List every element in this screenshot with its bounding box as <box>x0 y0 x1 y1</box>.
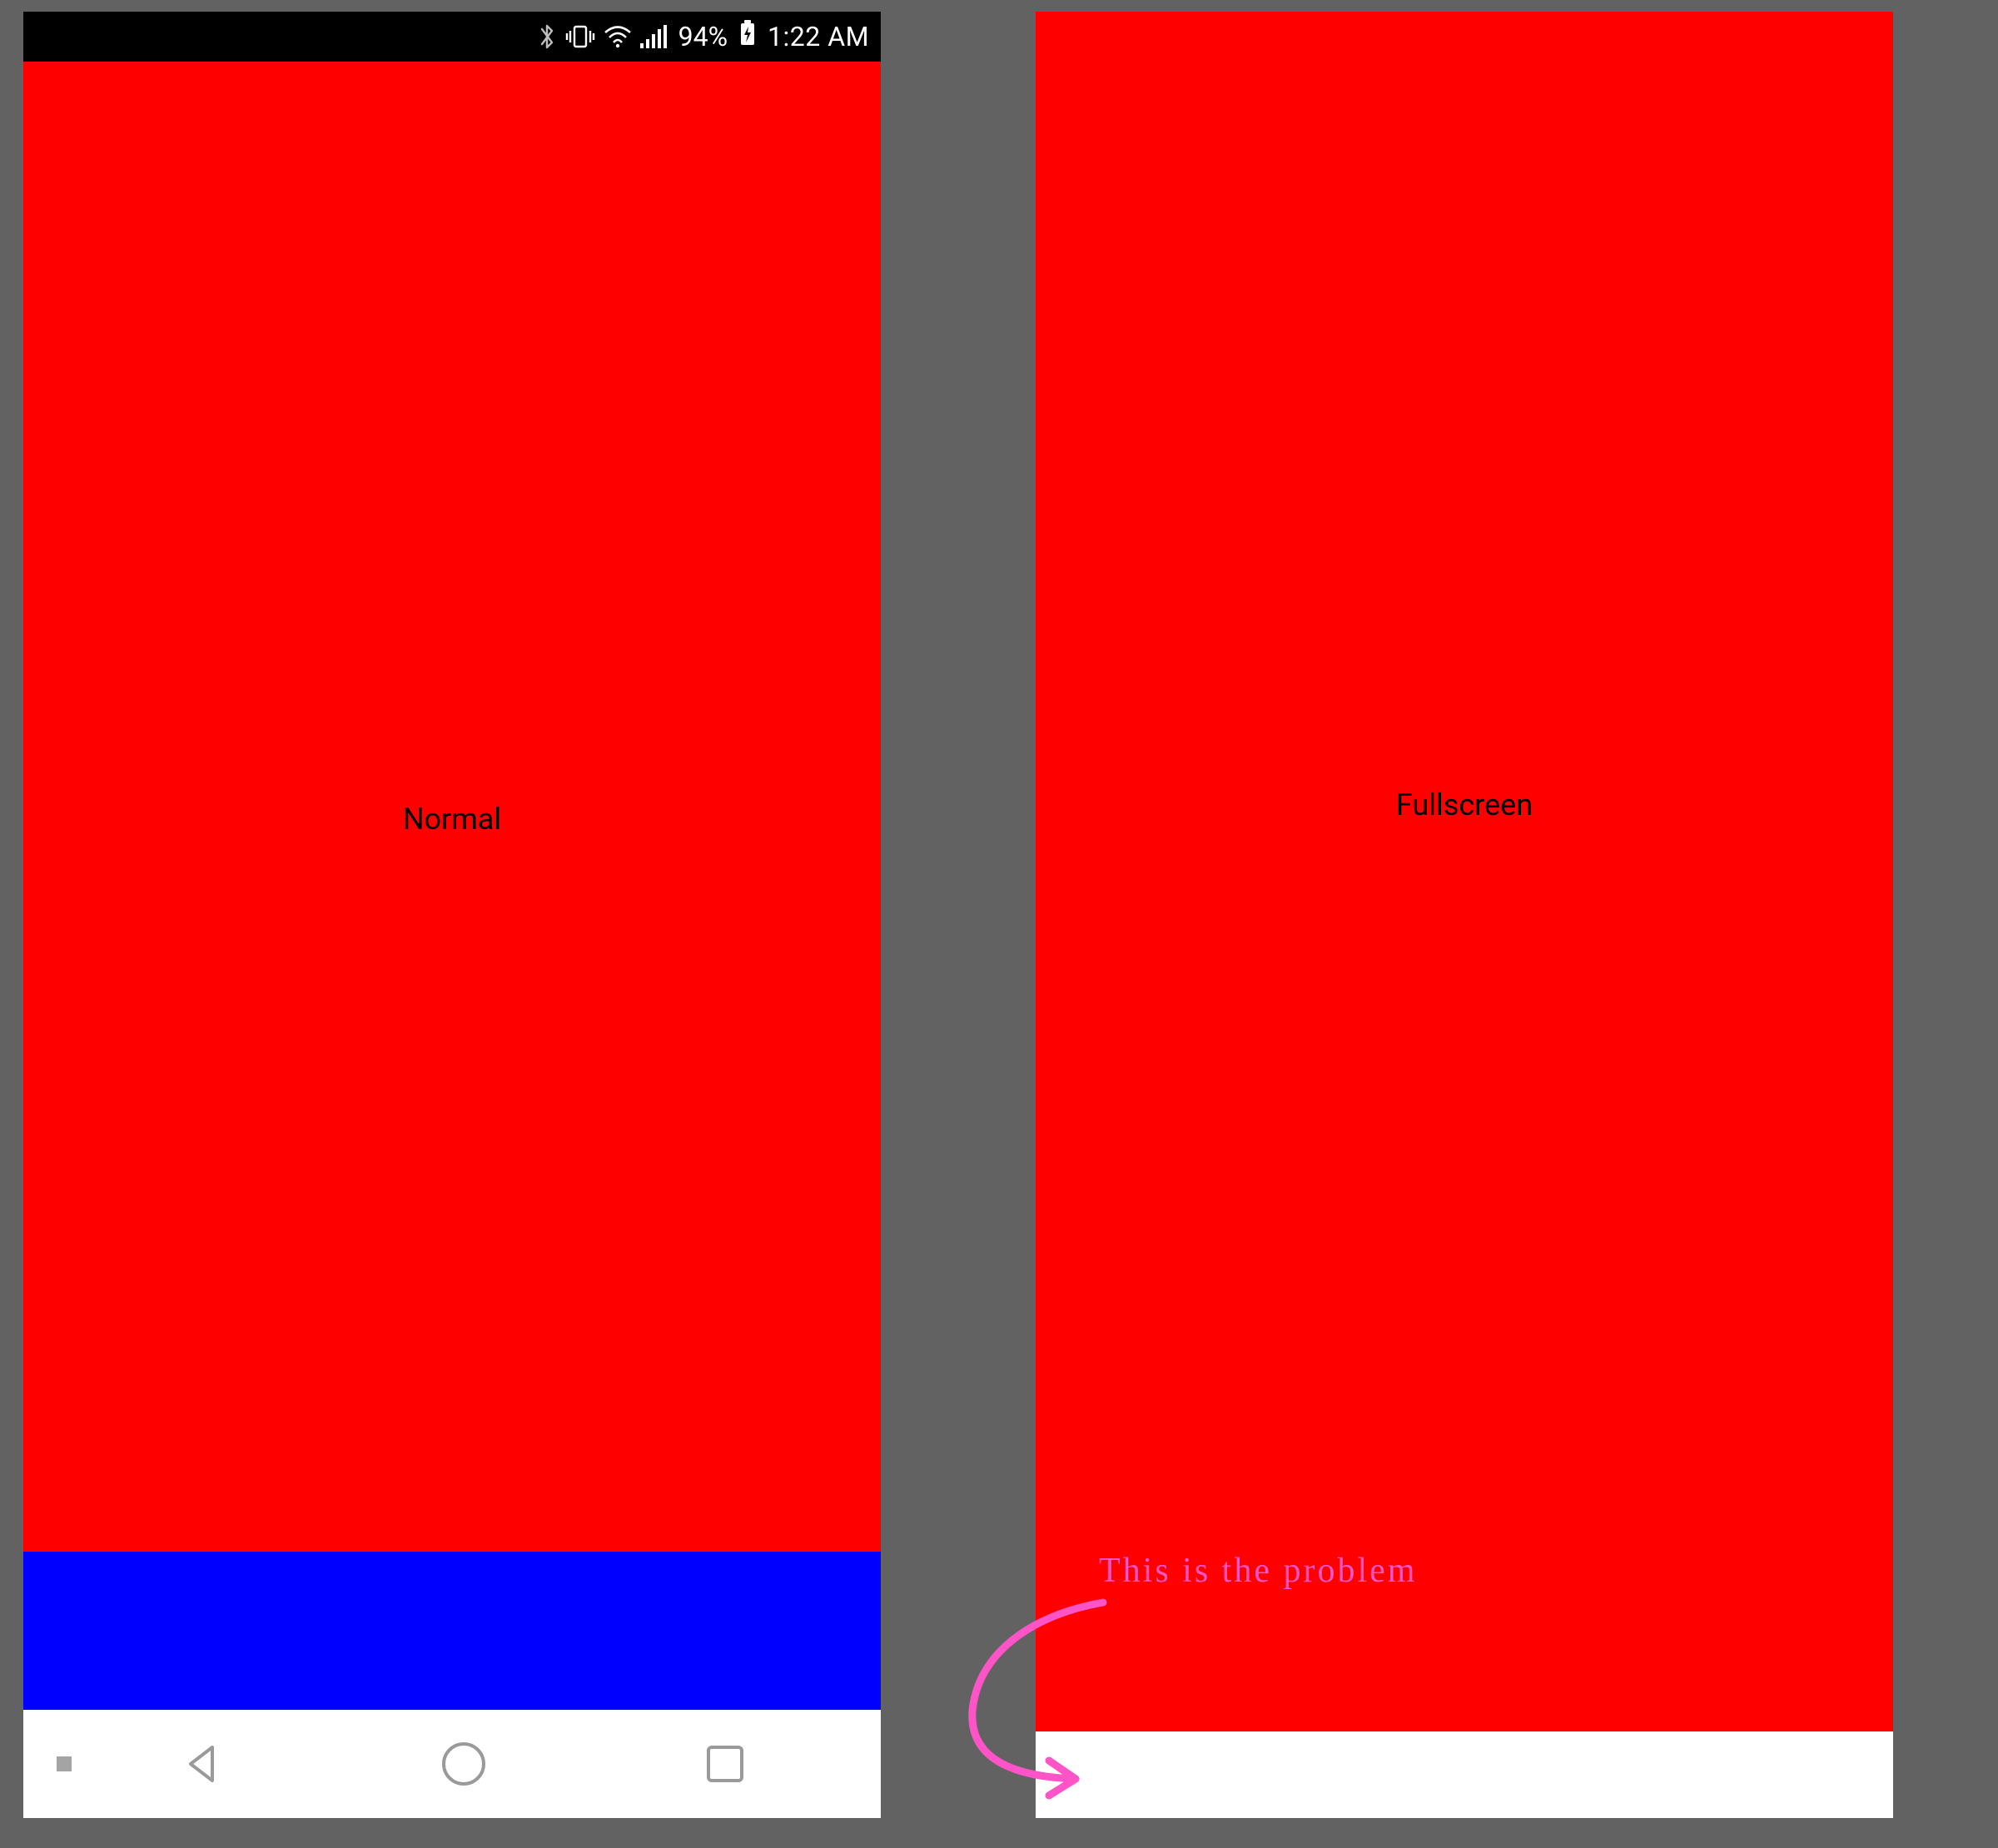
phone-normal: 94% 1:22 AM Normal <box>23 12 881 1818</box>
nav-back-button[interactable] <box>72 1741 333 1787</box>
problem-white-gap <box>1036 1731 1893 1818</box>
comparison-canvas: 94% 1:22 AM Normal <box>0 0 1998 1848</box>
signal-icon <box>640 25 667 48</box>
mode-label-normal: Normal <box>403 802 501 837</box>
bluetooth-icon <box>537 22 557 51</box>
status-bar: 94% 1:22 AM <box>23 12 881 62</box>
wifi-icon <box>604 25 632 48</box>
nav-indicator-dot <box>57 1756 72 1771</box>
bottom-strip <box>23 1552 881 1710</box>
battery-percent: 94% <box>678 21 728 52</box>
app-content-fullscreen: Fullscreen <box>1036 12 1893 1731</box>
status-icons <box>537 22 667 51</box>
app-content-normal: Normal <box>23 62 881 1710</box>
navigation-bar <box>23 1710 881 1818</box>
nav-home-button[interactable] <box>333 1739 594 1789</box>
mode-label-fullscreen: Fullscreen <box>1396 787 1533 822</box>
nav-recents-button[interactable] <box>594 1741 856 1786</box>
vibrate-icon <box>565 24 595 49</box>
phone-fullscreen: Fullscreen <box>1036 12 1893 1818</box>
battery-charging-icon <box>739 20 756 53</box>
status-time: 1:22 AM <box>768 21 869 52</box>
